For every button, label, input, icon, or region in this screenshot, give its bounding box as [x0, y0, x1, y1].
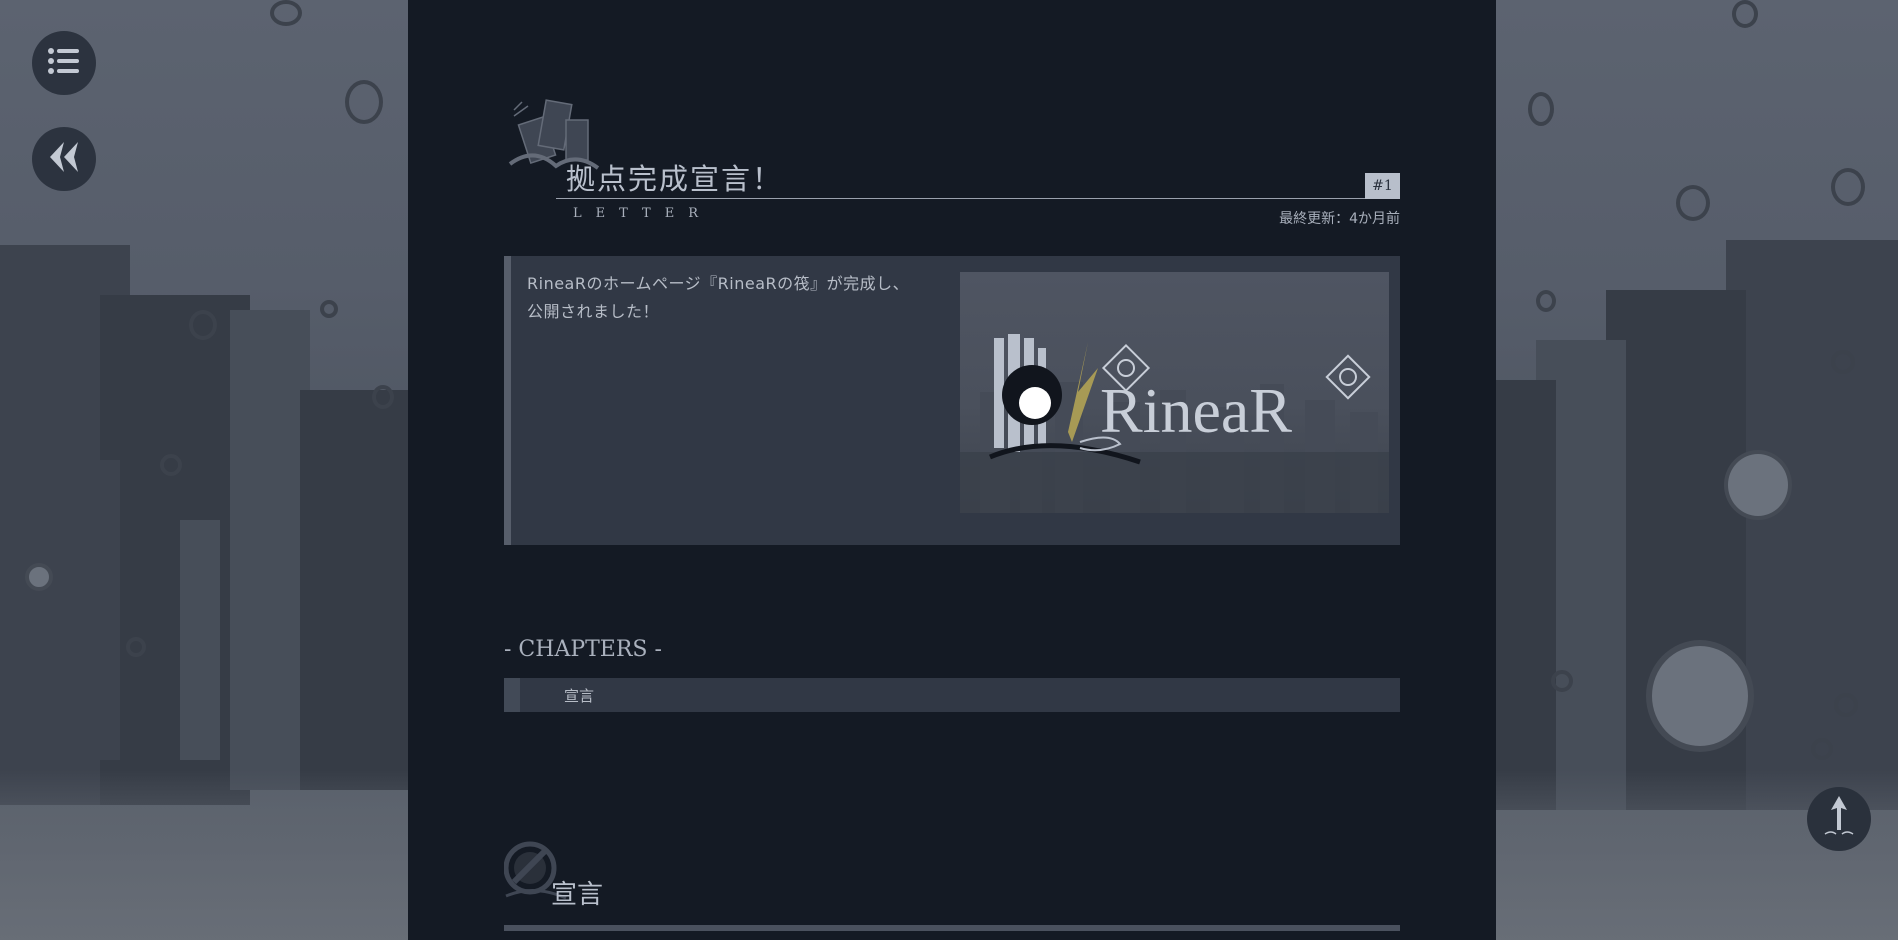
- main-column: 拠点完成宣言！ #1 LETTER 最終更新：4か月前 RineaRのホームペー…: [408, 0, 1496, 940]
- list-icon: [47, 47, 81, 79]
- page-subtitle: LETTER: [573, 206, 712, 221]
- article-body-line: 公開されました！: [527, 302, 660, 321]
- arrow-up-icon: [1819, 794, 1859, 844]
- article-body-line: RineaRのホームページ『RineaRの筏』が完成し、: [527, 274, 910, 293]
- page-title: 拠点完成宣言！: [566, 162, 784, 196]
- rinear-logo-image: RineaR: [960, 272, 1389, 513]
- article-body: RineaRのホームページ『RineaRの筏』が完成し、 公開されました！: [527, 270, 947, 326]
- chapter-link[interactable]: 宣言: [504, 678, 1400, 712]
- double-chevron-left-icon: [46, 139, 82, 179]
- last-updated-text: 最終更新：4か月前: [1279, 211, 1400, 227]
- article-card: RineaRのホームページ『RineaRの筏』が完成し、 公開されました！ Ri…: [504, 256, 1400, 545]
- menu-button[interactable]: [32, 31, 96, 95]
- chapters-heading: - CHAPTERS -: [504, 637, 662, 662]
- chapter-label: 宣言: [564, 686, 595, 705]
- section-title: 宣言: [551, 880, 604, 910]
- section-divider: [504, 925, 1400, 931]
- scroll-top-button[interactable]: [1807, 787, 1871, 851]
- back-button[interactable]: [32, 127, 96, 191]
- rinear-logo-text: RineaR: [1100, 375, 1292, 446]
- title-divider: [556, 198, 1400, 199]
- article-number-badge: #1: [1365, 173, 1400, 199]
